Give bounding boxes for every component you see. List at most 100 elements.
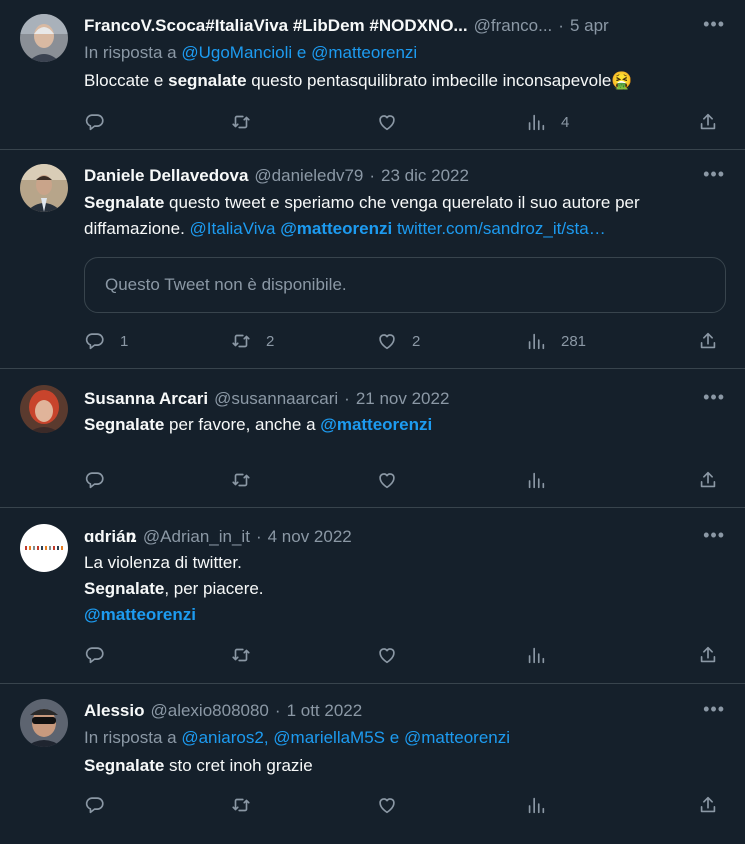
tweet-date[interactable]: 21 nov 2022 [356,389,450,409]
reply-user-link[interactable]: @matteorenzi [311,43,417,62]
author-handle[interactable]: @susannaarcari [214,389,338,409]
tweet-text: Segnalate sto cret inoh grazie [84,753,725,779]
retweet-button[interactable] [230,468,266,492]
share-button[interactable] [697,329,719,353]
share-icon [700,113,716,130]
author-name[interactable]: ɑdriáռ [84,527,137,547]
author-name[interactable]: FrancoV.Scoca#ItaliaViva #LibDem #NODXNO… [84,16,468,36]
avatar[interactable] [20,14,68,62]
reply-button[interactable] [84,643,120,667]
url-link[interactable]: twitter.com/sandroz_it/sta… [397,219,606,238]
mention-link[interactable]: @matteorenzi [280,219,392,238]
share-button[interactable] [697,643,719,667]
reply-user-link[interactable]: @aniaros2 [181,728,263,747]
reply-icon [85,647,104,664]
author-handle[interactable]: @alexio808080 [150,701,268,721]
heart-icon [379,798,395,814]
more-icon[interactable]: ••• [703,700,725,718]
tweet[interactable]: Daniele Dellavedova @danieledv79 · 23 di… [0,150,745,369]
views-icon [528,472,545,489]
avatar-image-icon [20,14,68,62]
author-name[interactable]: Alessio [84,701,144,721]
reply-button[interactable] [84,468,120,492]
author-name[interactable]: Susanna Arcari [84,389,208,409]
tweet-date[interactable]: 23 dic 2022 [381,166,469,186]
avatar[interactable] [20,524,68,572]
mention-link[interactable]: @matteorenzi [84,605,196,624]
reply-button[interactable]: 1 [84,329,128,353]
retweet-button[interactable] [230,793,266,817]
avatar[interactable] [20,699,68,747]
retweet-button[interactable] [230,643,266,667]
views-button[interactable] [525,468,561,492]
more-icon[interactable]: ••• [703,526,725,544]
tweet-header: Daniele Dellavedova @danieledv79 · 23 di… [84,164,685,188]
author-handle[interactable]: @Adrian_in_it [143,527,250,547]
views-button[interactable]: 4 [525,110,569,134]
reply-user-link[interactable]: @UgoMancioli [181,43,292,62]
reply-icon [85,333,104,350]
author-name[interactable]: Daniele Dellavedova [84,166,248,186]
retweet-button[interactable] [230,110,266,134]
mention-link[interactable]: @matteorenzi [320,415,432,434]
reply-context: In risposta a @aniaros2, @mariellaM5S e … [84,725,725,751]
tweet-date[interactable]: 4 nov 2022 [268,527,352,547]
retweet-button[interactable]: 2 [230,329,274,353]
avatar-image-icon [20,524,68,572]
like-button[interactable] [376,643,412,667]
views-button[interactable]: 281 [525,329,586,353]
separator-dot: · [255,527,262,546]
heart-icon [379,473,395,489]
share-button[interactable] [697,793,719,817]
reply-joiner: e [389,728,400,747]
avatar-image-icon [20,164,68,212]
tweet-text: Segnalate per favore, anche a @matteoren… [84,412,725,438]
tweet[interactable]: ɑdriáռ @Adrian_in_it · 4 nov 2022 ••• La… [0,508,745,684]
views-icon [528,333,545,350]
like-button[interactable]: 2 [376,329,420,353]
like-count: 2 [412,332,421,350]
more-icon[interactable]: ••• [703,165,725,183]
views-button[interactable] [525,793,561,817]
tweet-date[interactable]: 1 ott 2022 [287,701,363,721]
views-button[interactable] [525,643,561,667]
reply-joiner: e [296,43,307,62]
views-icon [528,647,545,664]
more-icon[interactable]: ••• [703,388,725,406]
tweet-actions: 4 [84,110,725,134]
tweet[interactable]: Alessio @alexio808080 · 1 ott 2022 ••• I… [0,684,745,844]
reply-user-link[interactable]: @matteorenzi [404,728,510,747]
reply-user-link[interactable]: @mariellaM5S [273,728,385,747]
like-button[interactable] [376,793,412,817]
tweet[interactable]: FrancoV.Scoca#ItaliaViva #LibDem #NODXNO… [0,0,745,150]
text-span: La violenza di twitter. [84,553,242,572]
author-handle[interactable]: @franco... [474,16,553,36]
reply-button[interactable] [84,110,120,134]
tweet-actions [84,793,725,817]
text-span: diffamazione. [84,219,190,238]
tweet-text: diffamazione. @ItaliaViva @matteorenzi t… [84,216,725,242]
avatar-image-icon [20,385,68,433]
tweet-actions: 1 2 2 281 [84,329,725,353]
like-button[interactable] [376,110,412,134]
share-button[interactable] [697,110,719,134]
mention-link[interactable]: @ItaliaViva [190,219,276,238]
text-span: Segnalate [84,579,165,598]
separator-dot: · [558,16,564,35]
tweet-date[interactable]: 5 apr [570,16,609,36]
reply-prefix: In risposta a [84,43,177,62]
avatar[interactable] [20,385,68,433]
more-icon[interactable]: ••• [703,15,725,33]
author-handle[interactable]: @danieledv79 [254,166,363,186]
share-icon [700,646,716,663]
reply-count: 1 [120,332,129,350]
tweet[interactable]: Susanna Arcari @susannaarcari · 21 nov 2… [0,369,745,508]
share-button[interactable] [697,468,719,492]
text-span: questo tweet e speriamo che venga querel… [164,193,640,212]
reply-button[interactable] [84,793,120,817]
like-button[interactable] [376,468,412,492]
avatar[interactable] [20,164,68,212]
tweet-header: ɑdriáռ @Adrian_in_it · 4 nov 2022 [84,525,685,549]
tweet-header: FrancoV.Scoca#ItaliaViva #LibDem #NODXNO… [84,14,685,38]
tweet-text: Segnalate questo tweet e speriamo che ve… [84,190,725,216]
